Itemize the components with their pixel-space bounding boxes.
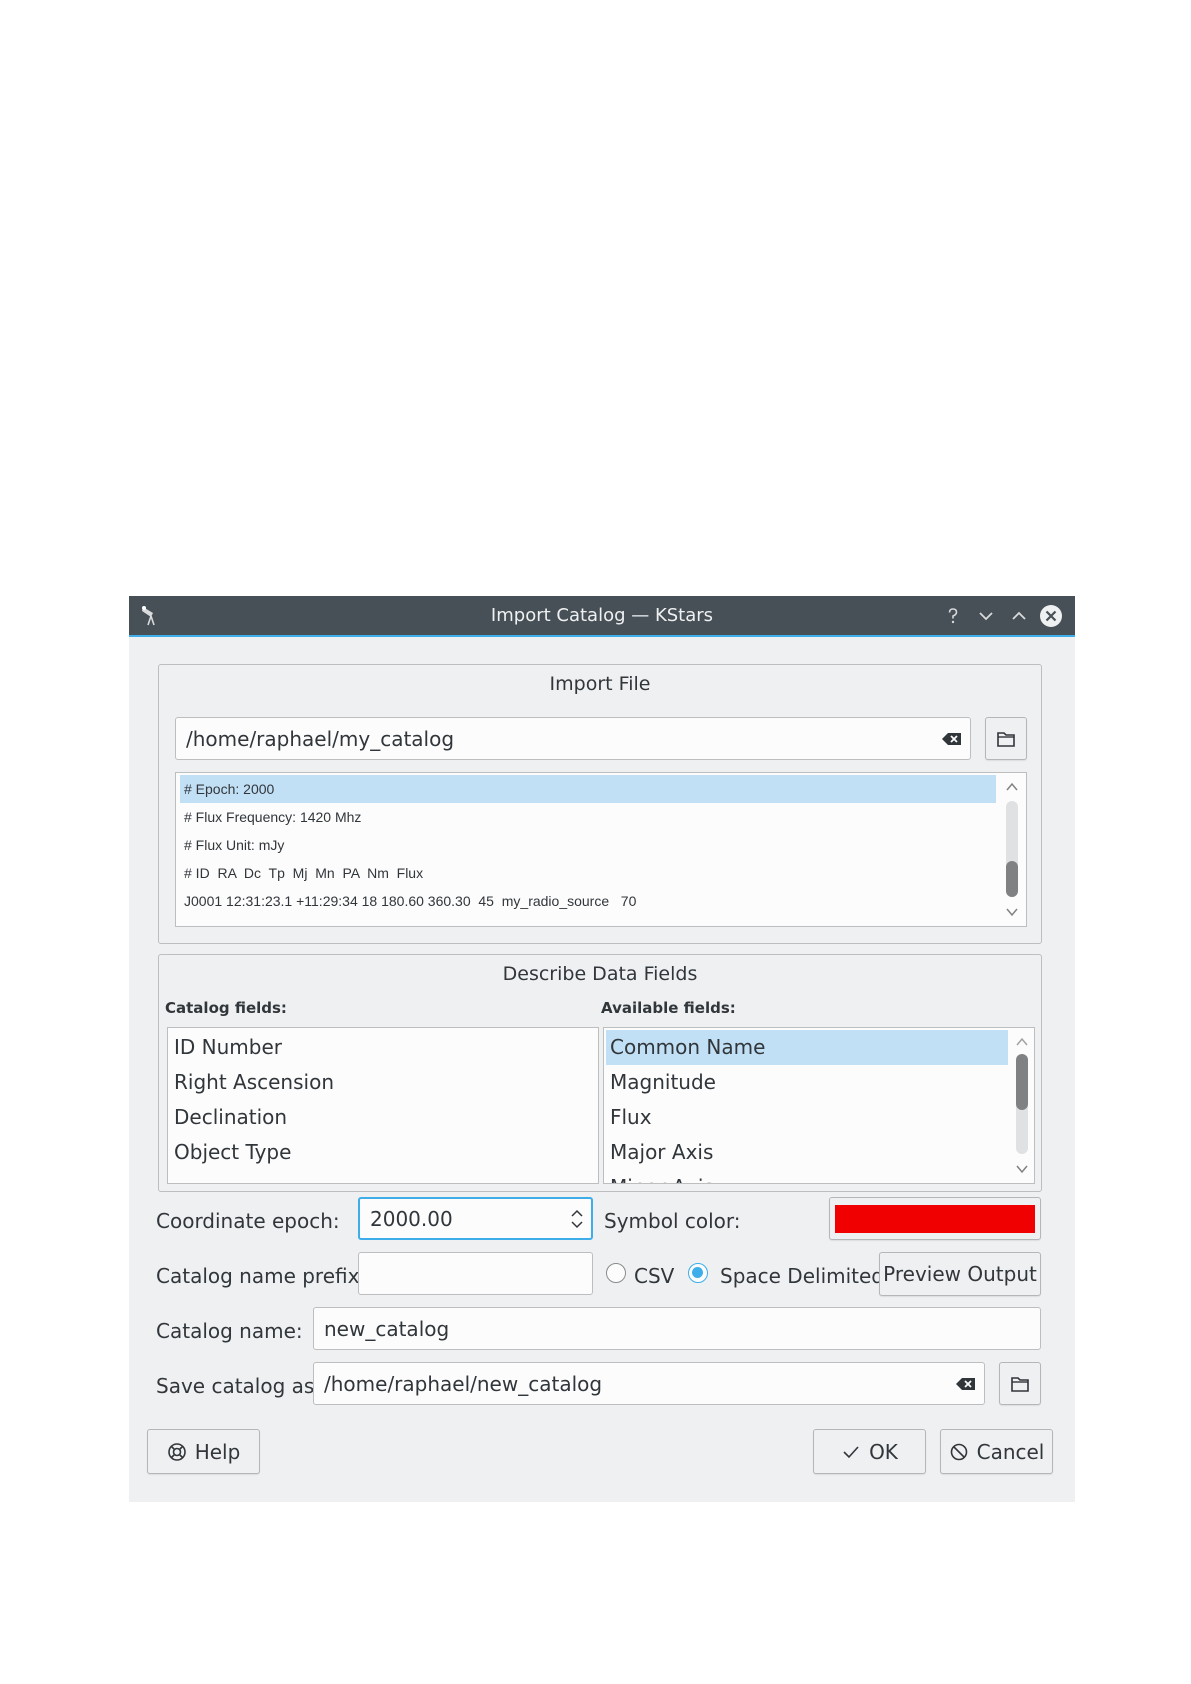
preview-output-button[interactable]: Preview Output (879, 1252, 1041, 1296)
coordinate-epoch-label: Coordinate epoch: (156, 1209, 340, 1233)
symbol-color-button[interactable] (829, 1197, 1041, 1240)
import-path-value: /home/raphael/my_catalog (186, 726, 455, 751)
scroll-down-icon[interactable] (1014, 1161, 1030, 1177)
import-file-group: Import File /home/raphael/my_catalog # E… (158, 664, 1042, 944)
help-icon[interactable] (941, 604, 965, 628)
space-delimited-label[interactable]: Space Delimited (720, 1264, 884, 1288)
available-field-item[interactable]: Common Name (606, 1030, 1008, 1065)
checkmark-icon (843, 1445, 859, 1458)
browse-save-button[interactable] (999, 1362, 1041, 1405)
catalog-name-value: new_catalog (324, 1316, 450, 1341)
describe-fields-group: Describe Data Fields Catalog fields: Ava… (158, 954, 1042, 1192)
available-fields-label: Available fields: (601, 999, 736, 1017)
symbol-color-label: Symbol color: (604, 1209, 741, 1233)
maximize-icon[interactable] (1007, 604, 1031, 628)
import-catalog-dialog: Import Catalog — KStars Import File /hom… (129, 596, 1075, 1502)
file-preview-list[interactable]: # Epoch: 2000 # Flux Frequency: 1420 Mhz… (175, 772, 1027, 927)
save-catalog-label: Save catalog as: (156, 1374, 322, 1398)
available-field-item[interactable]: Minor Axis (606, 1170, 1008, 1183)
preview-line[interactable]: # Flux Frequency: 1420 Mhz (180, 803, 996, 831)
clear-text-icon[interactable] (954, 1372, 978, 1396)
catalog-field-item[interactable]: Object Type (170, 1135, 596, 1170)
folder-icon (1011, 1376, 1029, 1392)
catalog-prefix-label: Catalog name prefix: (156, 1264, 367, 1288)
available-scrollbar-thumb[interactable] (1016, 1054, 1028, 1110)
available-fields-list[interactable]: Common Name Magnitude Flux Major Axis Mi… (603, 1027, 1035, 1184)
help-button-label: Help (194, 1439, 241, 1464)
preview-line[interactable]: # Epoch: 2000 (180, 775, 996, 803)
window-title: Import Catalog — KStars (490, 605, 714, 626)
available-field-item[interactable]: Magnitude (606, 1065, 1008, 1100)
coordinate-epoch-spinbox[interactable]: 2000.00 (358, 1197, 593, 1240)
preview-line[interactable]: # ID RA Dc Tp Mj Mn PA Nm Flux (180, 859, 996, 887)
preview-scrollbar-thumb[interactable] (1006, 861, 1018, 897)
spin-arrows-icon[interactable] (569, 1207, 585, 1231)
catalog-field-item[interactable]: ID Number (170, 1030, 596, 1065)
radio-dot (692, 1267, 703, 1278)
preview-line[interactable]: # Flux Unit: mJy (180, 831, 996, 859)
catalog-prefix-input[interactable] (358, 1252, 593, 1295)
catalog-fields-label: Catalog fields: (165, 999, 287, 1017)
cancel-button-label: Cancel (976, 1439, 1045, 1464)
available-field-item[interactable]: Major Axis (606, 1135, 1008, 1170)
coordinate-epoch-value: 2000.00 (370, 1206, 453, 1231)
import-file-group-title: Import File (549, 673, 651, 695)
catalog-name-input[interactable]: new_catalog (313, 1307, 1041, 1350)
import-path-field[interactable]: /home/raphael/my_catalog (175, 717, 971, 760)
describe-fields-group-title: Describe Data Fields (502, 963, 698, 985)
catalog-field-item[interactable]: Declination (170, 1100, 596, 1135)
folder-icon (997, 731, 1015, 747)
cancel-icon (950, 1443, 967, 1460)
help-button[interactable]: Help (147, 1429, 260, 1474)
space-delimited-radio[interactable] (688, 1263, 708, 1283)
help-lifebuoy-icon (167, 1442, 186, 1461)
scroll-up-icon[interactable] (1004, 779, 1020, 795)
catalog-field-item[interactable]: Right Ascension (170, 1065, 596, 1100)
catalog-name-label: Catalog name: (156, 1319, 303, 1343)
catalog-fields-list[interactable]: ID Number Right Ascension Declination Ob… (167, 1027, 599, 1184)
title-bar[interactable]: Import Catalog — KStars (129, 596, 1075, 637)
available-field-item[interactable]: Flux (606, 1100, 1008, 1135)
ok-button-label: OK (869, 1439, 898, 1464)
browse-import-button[interactable] (985, 717, 1027, 760)
csv-label[interactable]: CSV (634, 1264, 674, 1288)
clear-text-icon[interactable] (940, 727, 964, 751)
save-catalog-path-value: /home/raphael/new_catalog (324, 1371, 603, 1396)
scroll-up-icon[interactable] (1014, 1034, 1030, 1050)
minimize-icon[interactable] (974, 604, 998, 628)
scroll-down-icon[interactable] (1004, 904, 1020, 920)
close-icon[interactable] (1039, 604, 1063, 628)
color-swatch (835, 1204, 1035, 1233)
csv-radio[interactable] (606, 1263, 626, 1283)
cancel-button[interactable]: Cancel (940, 1429, 1053, 1474)
ok-button[interactable]: OK (813, 1429, 926, 1474)
save-catalog-path-field[interactable]: /home/raphael/new_catalog (313, 1362, 985, 1405)
preview-line[interactable]: J0001 12:31:23.1 +11:29:34 18 180.60 360… (180, 887, 996, 915)
